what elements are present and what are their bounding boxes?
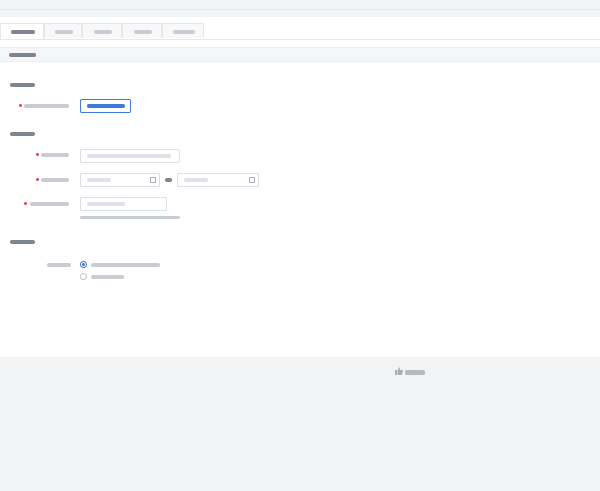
required-marker [36, 178, 39, 181]
panel-title-mark [9, 53, 36, 57]
reward-option-label-mark [91, 275, 124, 279]
field-label-mark [24, 104, 69, 108]
top-bar [0, 0, 600, 10]
tab-label-mark [134, 30, 152, 34]
section-title-mark [10, 132, 35, 136]
activity-panel [0, 17, 600, 357]
button-label-mark [87, 104, 125, 108]
tab-label-mark [11, 30, 35, 34]
tab-in-progress[interactable] [82, 23, 122, 38]
tab-ended[interactable] [122, 23, 162, 38]
placeholder-mark [87, 178, 111, 182]
placeholder-mark [87, 154, 171, 158]
required-marker [24, 202, 27, 205]
tab-bar [0, 23, 600, 40]
helpers-count-input[interactable] [80, 197, 167, 211]
activity-name-input[interactable] [80, 149, 180, 163]
reward-option-radio[interactable] [80, 261, 87, 268]
reward-option-label-mark [91, 263, 160, 267]
end-date-input[interactable] [177, 173, 259, 187]
tab-promotion-effect[interactable] [162, 23, 204, 38]
field-label-mark [47, 263, 71, 267]
calendar-icon [249, 177, 255, 183]
helper-hint-mark [80, 216, 180, 219]
tab-all[interactable] [0, 23, 44, 39]
field-label-mark [41, 178, 69, 182]
reward-option-radio[interactable] [80, 273, 87, 280]
panel-title-bar [0, 47, 600, 62]
range-separator [165, 178, 172, 182]
tab-label-mark [173, 30, 195, 34]
calendar-icon [150, 177, 156, 183]
footer [0, 357, 600, 491]
tab-label-mark [94, 30, 112, 34]
tab-not-started[interactable] [44, 23, 82, 38]
section-title-mark [10, 240, 35, 244]
add-product-button[interactable] [80, 99, 131, 113]
thumbs-up-icon [395, 367, 403, 375]
start-date-input[interactable] [80, 173, 160, 187]
required-marker [19, 104, 22, 107]
field-label-mark [30, 202, 69, 206]
placeholder-mark [87, 202, 125, 206]
required-marker [36, 153, 39, 156]
section-title-mark [10, 83, 35, 87]
tab-label-mark [55, 30, 73, 34]
placeholder-mark [184, 178, 208, 182]
field-label-mark [41, 153, 69, 157]
footer-brand-mark [405, 370, 425, 375]
